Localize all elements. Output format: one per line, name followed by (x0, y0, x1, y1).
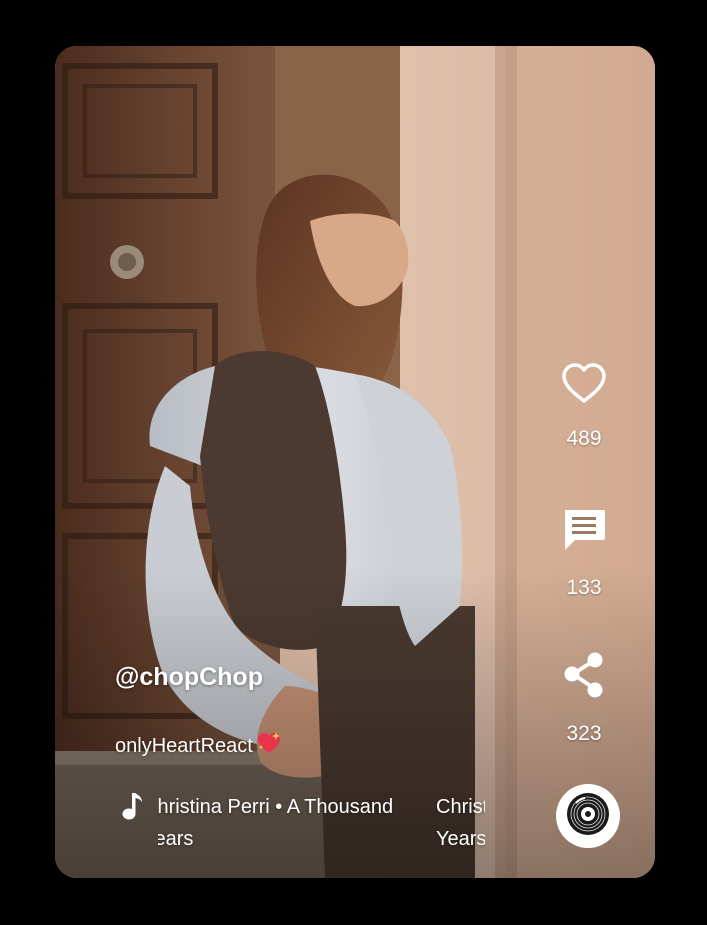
like-count: 489 (566, 427, 602, 450)
music-note-icon (121, 791, 145, 826)
video-card[interactable]: 489 133 323 @chopChop onlyHeartReact hri… (55, 46, 655, 878)
post-username[interactable]: @chopChop (115, 663, 263, 692)
share-icon[interactable] (562, 651, 606, 699)
heart-outline-icon[interactable] (561, 362, 607, 404)
song-title-repeat: Christina Perri • A Thousand Years (436, 796, 485, 850)
share-count: 323 (566, 722, 602, 745)
post-info: @chopChop onlyHeartReact hristina Perri … (115, 46, 545, 878)
music-row[interactable]: Christina Perri • A Thousand Years Chris… (115, 791, 545, 861)
comment-count: 133 (566, 576, 602, 599)
caption-text: onlyHeartReact (115, 734, 253, 757)
song-marquee-track: Christina Perri • A Thousand Years Chris… (158, 791, 485, 853)
sparkling-heart-icon (256, 731, 282, 761)
song-marquee: Christina Perri • A Thousand Years Chris… (158, 791, 485, 853)
share-button[interactable]: 323 (554, 651, 614, 746)
post-caption: onlyHeartReact (115, 731, 282, 761)
song-title: Christina Perri • A Thousand Years (158, 796, 394, 850)
comment-icon[interactable] (561, 506, 607, 552)
comment-button[interactable]: 133 (554, 506, 614, 600)
like-button[interactable]: 489 (554, 362, 614, 451)
